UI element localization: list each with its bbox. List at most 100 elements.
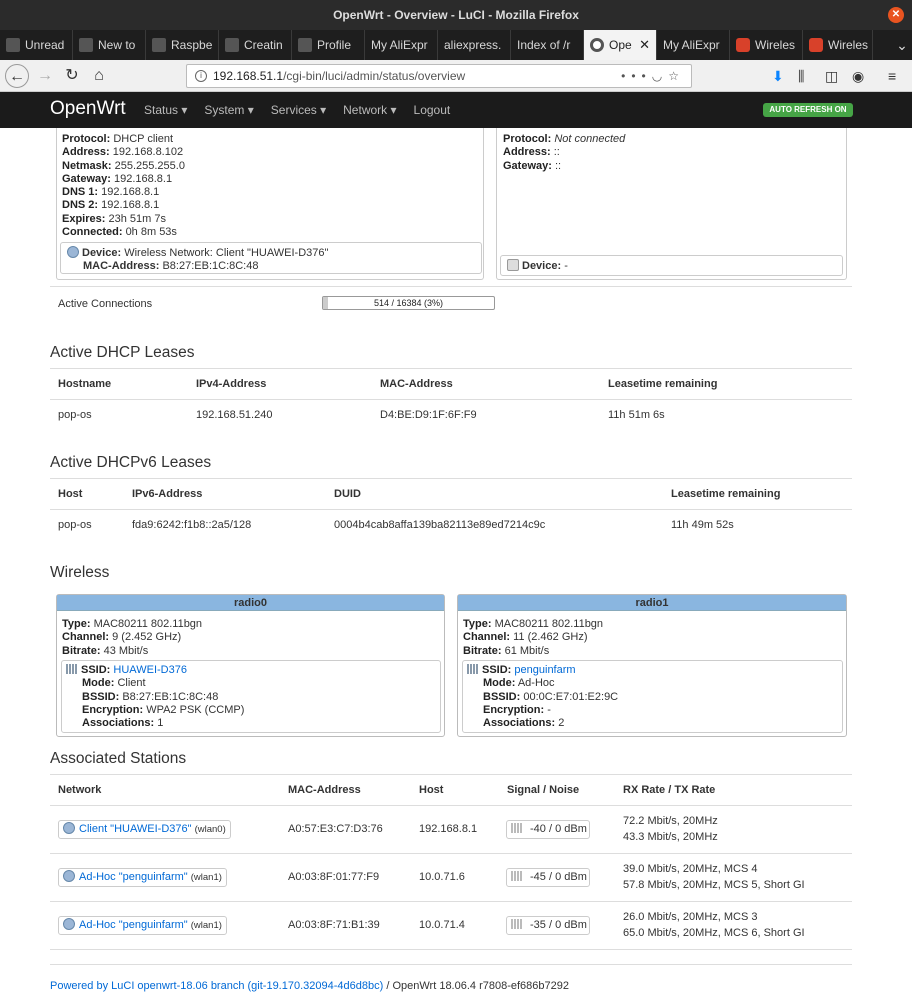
- table-cell: 192.168.8.1: [419, 823, 478, 835]
- station-network-badge[interactable]: Client "HUAWEI-D376" (wlan0): [58, 820, 231, 839]
- tab[interactable]: Creatin: [219, 30, 292, 60]
- bookmark-star-icon[interactable]: ☆: [668, 69, 685, 83]
- tab[interactable]: Unread: [0, 30, 73, 60]
- menu-status[interactable]: Status ▾: [144, 92, 187, 128]
- openwrt-forum-icon: [6, 38, 20, 52]
- station-iface: (wlan0): [194, 824, 226, 835]
- ssid-link[interactable]: penguinfarm: [514, 664, 575, 676]
- table-cell: 11h 49m 52s: [671, 519, 734, 531]
- tab[interactable]: New to: [73, 30, 146, 60]
- tab[interactable]: Profile: [292, 30, 365, 60]
- tab[interactable]: Raspbe: [146, 30, 219, 60]
- more-actions-icon[interactable]: •••: [621, 69, 652, 83]
- openwrt-version: OpenWrt 18.06.4 r7808-ef686b7292: [392, 980, 569, 992]
- radio-channel: Channel: 11 (2.462 GHz): [463, 631, 588, 644]
- menu-services[interactable]: Services ▾: [271, 92, 326, 128]
- table-cell: pop-os: [58, 409, 92, 421]
- table-cell: pop-os: [58, 519, 92, 531]
- library-icon[interactable]: ⫼: [798, 64, 804, 88]
- station-network-link[interactable]: Client "HUAWEI-D376": [79, 823, 192, 835]
- tab[interactable]: Wireles: [803, 30, 873, 60]
- table-cell: A0:03:8F:01:77:F9: [288, 871, 380, 883]
- ipv4-device-box: Device: Wireless Network: Client "HUAWEI…: [60, 242, 482, 274]
- pocket-icon[interactable]: ◡: [652, 69, 668, 83]
- station-network-badge[interactable]: Ad-Hoc "penguinfarm" (wlan1): [58, 916, 227, 935]
- menu-network[interactable]: Network ▾: [343, 92, 396, 128]
- ssid-box: SSID: penguinfarm Mode: Ad-Hoc BSSID: 00…: [462, 660, 843, 733]
- ssid-link[interactable]: HUAWEI-D376: [113, 664, 187, 676]
- column-header: Network: [58, 784, 102, 796]
- window-titlebar: OpenWrt - Overview - LuCI - Mozilla Fire…: [0, 0, 912, 30]
- table-cell: 192.168.51.240: [196, 409, 273, 421]
- station-iface: (wlan1): [190, 920, 222, 931]
- tab[interactable]: Wireles: [730, 30, 803, 60]
- signal-strength-icon: [511, 871, 524, 881]
- menu-system[interactable]: System ▾: [204, 92, 253, 128]
- column-header: RX Rate / TX Rate: [623, 784, 716, 796]
- column-header: Leasetime remaining: [608, 378, 718, 390]
- url-path: /cgi-bin/luci/admin/status/overview: [283, 69, 466, 83]
- tab-label: Index of /r: [517, 38, 571, 52]
- openwrt-forum-icon: [79, 38, 93, 52]
- connections-progress-bar: 514 / 16384 (3%): [322, 296, 495, 310]
- dhcp-leases-table: Hostname IPv4-Address MAC-Address Leaset…: [50, 368, 852, 432]
- column-header: Host: [419, 784, 444, 796]
- signal-badge: -35 / 0 dBm: [506, 916, 590, 935]
- menu-logout[interactable]: Logout: [414, 92, 451, 128]
- tab-label: Raspbe: [171, 38, 213, 52]
- ipv4-gateway: Gateway: 192.168.8.1: [62, 172, 173, 185]
- hamburger-menu-icon[interactable]: ≡: [888, 64, 896, 88]
- ipv4-mac: MAC-Address: B8:27:EB:1C:8C:48: [83, 260, 259, 272]
- openwrt-forum-icon: [152, 38, 166, 52]
- radio-type: Type: MAC80211 802.11bgn: [62, 618, 203, 630]
- station-network-link[interactable]: Ad-Hoc "penguinfarm": [79, 871, 188, 883]
- tab[interactable]: My AliExpr: [657, 30, 730, 60]
- account-icon[interactable]: ◉: [852, 64, 864, 88]
- signal-strength-icon: [511, 919, 524, 929]
- stations-table: Network MAC-Address Host Signal / Noise …: [50, 774, 852, 964]
- tab[interactable]: aliexpress.: [438, 30, 511, 60]
- column-header: Signal / Noise: [507, 784, 580, 796]
- tab-label: My AliExpr: [371, 38, 428, 52]
- signal-badge: -45 / 0 dBm: [506, 868, 590, 887]
- table-header: Network MAC-Address Host Signal / Noise …: [50, 774, 852, 806]
- luci-version-link[interactable]: Powered by LuCI openwrt-18.06 branch (gi…: [50, 980, 383, 992]
- tx-rate: 65.0 Mbit/s, 20MHz, MCS 6, Short GI: [623, 927, 805, 939]
- signal-strength-icon: [66, 664, 78, 674]
- reload-icon[interactable]: ↻: [60, 64, 84, 88]
- column-header: Hostname: [58, 378, 112, 390]
- auto-refresh-badge[interactable]: AUTO REFRESH ON: [763, 103, 853, 117]
- chevron-down-icon[interactable]: ⌄: [892, 30, 912, 60]
- table-cell: 10.0.71.4: [419, 919, 465, 931]
- ssid-bssid: BSSID: 00:0C:E7:01:E2:9C: [483, 690, 619, 703]
- tab[interactable]: My AliExpr: [365, 30, 438, 60]
- row-divider: [50, 949, 852, 950]
- back-arrow-icon[interactable]: ←: [5, 64, 29, 88]
- ssid-mode: Mode: Ad-Hoc: [483, 677, 555, 690]
- forward-arrow-icon[interactable]: →: [33, 64, 57, 88]
- station-iface: (wlan1): [190, 872, 222, 883]
- navigation-toolbar: ← → ↻ ⌂ i 192.168.51.1/cgi-bin/luci/admi…: [0, 60, 912, 92]
- close-window-icon[interactable]: ✕: [888, 7, 904, 23]
- brand-logo[interactable]: OpenWrt: [50, 98, 126, 120]
- ssid-row: SSID: penguinfarm: [467, 664, 842, 677]
- tab-label: My AliExpr: [663, 38, 720, 52]
- column-header: IPv6-Address: [132, 488, 203, 500]
- sidebar-icon[interactable]: ◫: [825, 64, 838, 88]
- station-network-badge[interactable]: Ad-Hoc "penguinfarm" (wlan1): [58, 868, 227, 887]
- signal-strength-icon: [467, 664, 479, 674]
- info-icon[interactable]: i: [195, 70, 207, 82]
- station-network-link[interactable]: Ad-Hoc "penguinfarm": [79, 919, 188, 931]
- tab-active[interactable]: Ope ✕: [584, 30, 657, 60]
- download-icon[interactable]: ⬇: [772, 64, 784, 88]
- active-connections-label: Active Connections: [58, 298, 153, 310]
- tab[interactable]: Index of /r: [511, 30, 584, 60]
- wireless-title: Wireless: [50, 564, 110, 581]
- close-tab-icon[interactable]: ✕: [639, 37, 650, 53]
- radio-type: Type: MAC80211 802.11bgn: [463, 618, 604, 630]
- ipv4-expires: Expires: 23h 51m 7s: [62, 212, 166, 225]
- url-bar[interactable]: i 192.168.51.1/cgi-bin/luci/admin/status…: [186, 64, 692, 88]
- column-header: MAC-Address: [288, 784, 361, 796]
- home-icon[interactable]: ⌂: [87, 64, 111, 88]
- ipv6-protocol: Protocol: Not connected: [503, 133, 626, 145]
